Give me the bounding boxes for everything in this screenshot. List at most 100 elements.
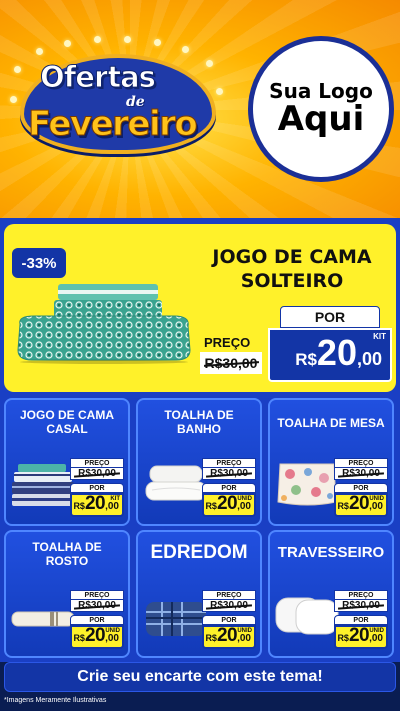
- new-price: KIT R$20,00: [268, 328, 392, 382]
- old-price: R$30,00: [202, 600, 256, 612]
- price-integer: 20: [348, 493, 370, 514]
- new-price-value: R$20,00: [337, 493, 383, 515]
- price-cents: ,00: [369, 633, 383, 644]
- header-banner: Ofertas de Fevereiro Sua Logo Aqui: [0, 0, 400, 218]
- product-price: PREÇO R$30,00 POR UNID R$20,00: [202, 458, 256, 517]
- currency: R$: [73, 501, 85, 511]
- old-price: R$30,00: [202, 468, 256, 480]
- price-label: PREÇO: [202, 458, 256, 468]
- product-card[interactable]: TOALHA DE BANHO PREÇO R$30,00 POR UNID R…: [136, 398, 262, 526]
- new-price-value: R$20,00: [73, 493, 119, 515]
- new-price: KIT R$20,00: [70, 493, 124, 517]
- price-label: PREÇO: [200, 334, 262, 352]
- stacked-bedding-icon: [12, 464, 74, 506]
- por-label: POR: [70, 615, 124, 625]
- por-label: POR: [280, 306, 380, 328]
- cta-banner[interactable]: Crie seu encarte com este tema!: [4, 662, 396, 692]
- price-label: PREÇO: [70, 590, 124, 600]
- plaid-comforter-icon: [146, 602, 206, 636]
- product-price: PREÇO R$30,00 POR UNID R$20,00: [202, 590, 256, 649]
- product-card[interactable]: TRAVESSEIRO PREÇO R$30,00 POR UNID R$20,…: [268, 530, 394, 658]
- por-label: POR: [202, 483, 256, 493]
- floral-tablecloth-icon: [277, 463, 337, 506]
- new-price: UNID R$20,00: [70, 625, 124, 649]
- product-card[interactable]: JOGO DE CAMA CASAL PREÇO R$30,00 POR KIT…: [4, 398, 130, 526]
- product-price: PREÇO R$30,00 POR KIT R$20,00: [70, 458, 124, 517]
- featured-new-price: POR KIT R$20,00: [268, 306, 392, 382]
- light-bulb-icon: [10, 96, 17, 103]
- price-integer: 20: [348, 625, 370, 646]
- por-label: POR: [334, 483, 388, 493]
- price-cents: ,00: [356, 349, 382, 369]
- product-price: PREÇO R$30,00 POR UNID R$20,00: [334, 458, 388, 517]
- light-bulb-icon: [182, 46, 189, 53]
- product-price: PREÇO R$30,00 POR UNID R$20,00: [334, 590, 388, 649]
- product-title: EDREDOM: [150, 542, 248, 563]
- currency: R$: [73, 633, 85, 643]
- price-integer: 20: [84, 493, 106, 514]
- promo-badge: Ofertas de Fevereiro: [6, 36, 228, 164]
- currency: R$: [337, 501, 349, 511]
- light-bulb-icon: [64, 40, 71, 47]
- new-price-value: R$20,00: [337, 625, 383, 647]
- logo-placeholder: Sua Logo Aqui: [248, 36, 394, 182]
- price-integer: 20: [216, 493, 238, 514]
- face-towel-icon: [11, 611, 75, 627]
- price-cents: ,00: [105, 633, 119, 644]
- badge-title-line3: Fevereiro: [27, 104, 198, 145]
- price-integer: 20: [216, 625, 238, 646]
- new-price: UNID R$20,00: [202, 625, 256, 649]
- currency: R$: [295, 350, 317, 369]
- new-price-value: R$20,00: [73, 625, 119, 647]
- light-bulb-icon: [94, 36, 101, 43]
- white-towels-icon: [145, 465, 207, 501]
- featured-card: -33% JOGO DE CAMA SOLTEIRO PREÇO R$30,00: [4, 224, 396, 392]
- light-bulb-icon: [14, 66, 21, 73]
- logo-text-line2: Aqui: [277, 99, 365, 140]
- new-price-value: R$20,00: [205, 625, 251, 647]
- price-integer: 20: [316, 332, 357, 373]
- new-price: UNID R$20,00: [334, 625, 388, 649]
- light-bulb-icon: [216, 88, 223, 95]
- price-cents: ,00: [105, 501, 119, 512]
- badge-title-line1: Ofertas: [40, 60, 157, 95]
- new-price: UNID R$20,00: [202, 493, 256, 517]
- price-label: PREÇO: [202, 590, 256, 600]
- bedding-set-icon: [17, 284, 191, 364]
- currency: R$: [205, 501, 217, 511]
- product-card[interactable]: TOALHA DE ROSTO PREÇO R$30,00 POR UNID R…: [4, 530, 130, 658]
- light-bulb-icon: [36, 48, 43, 55]
- discount-badge: -33%: [12, 248, 66, 278]
- disclaimer-text: *Imagens Meramente Ilustrativas: [4, 697, 107, 704]
- price-label: PREÇO: [334, 590, 388, 600]
- por-label: POR: [202, 615, 256, 625]
- product-card[interactable]: EDREDOM PREÇO R$30,00 POR UNID R$20,00: [136, 530, 262, 658]
- product-grid: JOGO DE CAMA CASAL PREÇO R$30,00 POR KIT…: [0, 394, 400, 662]
- por-label: POR: [334, 615, 388, 625]
- product-title: TOALHA DE ROSTO: [32, 540, 102, 569]
- product-card[interactable]: TOALHA DE MESA PREÇO R$30,00 POR UNID R$…: [268, 398, 394, 526]
- pillows-icon: [275, 597, 339, 635]
- old-price: R$30,00: [70, 600, 124, 612]
- light-bulb-icon: [154, 39, 161, 46]
- new-price: UNID R$20,00: [334, 493, 388, 517]
- price-cents: ,00: [237, 501, 251, 512]
- por-label: POR: [70, 483, 124, 493]
- old-price: R$30,00: [334, 468, 388, 480]
- product-price: PREÇO R$30,00 POR UNID R$20,00: [70, 590, 124, 649]
- price-cents: ,00: [237, 633, 251, 644]
- product-title: TOALHA DE BANHO: [164, 408, 234, 437]
- light-bulb-icon: [124, 36, 131, 43]
- product-title: TOALHA DE MESA: [277, 416, 385, 430]
- featured-title: JOGO DE CAMA SOLTEIRO: [212, 246, 372, 292]
- price-cents: ,00: [369, 501, 383, 512]
- new-price-value: R$20,00: [205, 493, 251, 515]
- currency: R$: [205, 633, 217, 643]
- price-integer: 20: [84, 625, 106, 646]
- featured-old-price: PREÇO R$30,00: [200, 334, 262, 374]
- price-label: PREÇO: [70, 458, 124, 468]
- light-bulb-icon: [206, 60, 213, 67]
- old-price: R$30,00: [200, 352, 262, 374]
- product-title: JOGO DE CAMA CASAL: [19, 408, 114, 437]
- price-label: PREÇO: [334, 458, 388, 468]
